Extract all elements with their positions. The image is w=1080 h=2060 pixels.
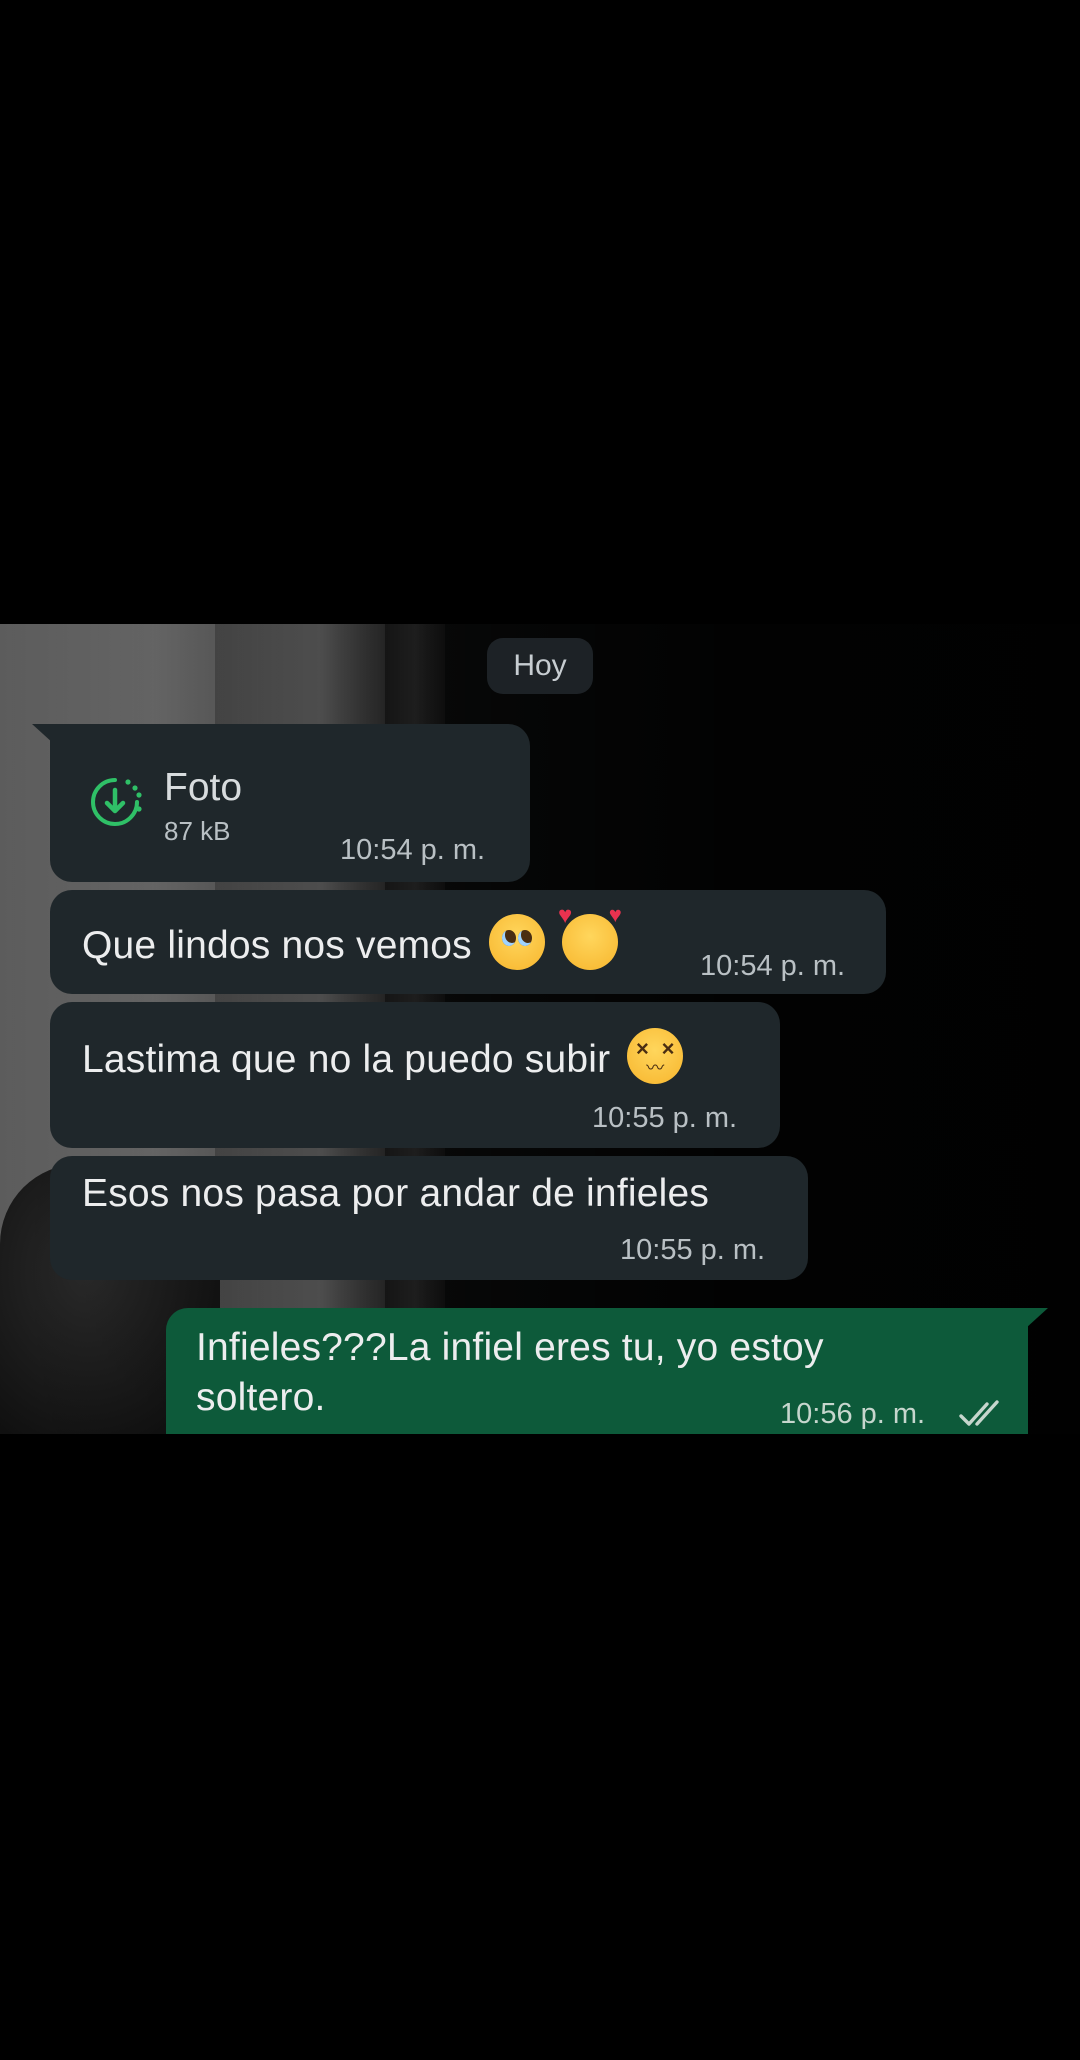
date-divider: Hoy — [487, 638, 593, 694]
message-text: Que lindos nos vemos — [82, 902, 622, 970]
smiling-face-with-hearts-emoji — [558, 902, 622, 970]
message-text-line: Infieles???La infiel eres tu, yo estoy — [196, 1326, 824, 1369]
message-text: Esos nos pasa por andar de infieles — [82, 1172, 710, 1215]
bubble-tail — [32, 724, 54, 744]
message-bubble[interactable]: Esos nos pasa por andar de infieles 10:5… — [50, 1156, 808, 1280]
download-icon[interactable] — [87, 774, 143, 830]
pleading-face-emoji — [488, 914, 545, 970]
outgoing-message-bubble[interactable]: Infieles???La infiel eres tu, yo estoy s… — [166, 1308, 1048, 1434]
message-text-line: soltero. — [196, 1376, 326, 1419]
double-check-icon — [959, 1400, 999, 1426]
photo-message-bubble[interactable]: Foto 87 kB 10:54 p. m. — [32, 724, 530, 882]
photo-title: Foto — [164, 766, 243, 809]
photo-size: 87 kB — [164, 816, 231, 846]
message-bubble[interactable]: Que lindos nos vemos 10:54 p. m. — [50, 890, 886, 994]
message-bubble[interactable]: Lastima que no la puedo subir 10:55 p. m… — [50, 1002, 780, 1148]
message-text: Lastima que no la puedo subir — [82, 1028, 684, 1084]
message-text-content: Lastima que no la puedo subir — [82, 1038, 611, 1081]
confounded-face-emoji — [627, 1028, 684, 1084]
message-text-content: Que lindos nos vemos — [82, 924, 472, 967]
message-time: 10:55 p. m. — [620, 1234, 766, 1266]
message-time: 10:54 p. m. — [340, 834, 486, 866]
chat-screenshot: Hoy Foto 87 kB 10:54 p. m. Que lindos no… — [0, 624, 1080, 1434]
message-time: 10:56 p. m. — [780, 1398, 926, 1430]
message-time: 10:55 p. m. — [592, 1102, 738, 1134]
message-time: 10:54 p. m. — [700, 950, 846, 982]
bubble-tail — [1026, 1308, 1048, 1328]
